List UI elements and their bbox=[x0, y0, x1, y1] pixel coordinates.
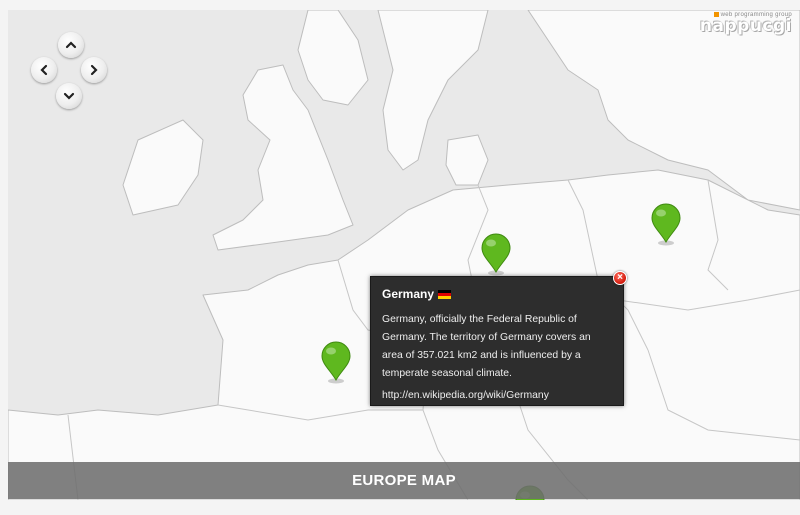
map-caption: EUROPE MAP bbox=[8, 462, 800, 499]
pan-left-button[interactable] bbox=[31, 57, 57, 83]
logo-name: nappucgi bbox=[699, 16, 792, 37]
chevron-down-icon bbox=[63, 92, 75, 100]
tooltip-title: Germany bbox=[382, 287, 435, 301]
europe-map[interactable]: web programming group nappucgi bbox=[8, 10, 800, 500]
logo: web programming group nappucgi bbox=[700, 12, 792, 36]
map-pin-germany[interactable] bbox=[480, 232, 512, 276]
germany-flag-icon bbox=[438, 289, 452, 299]
country-tooltip: Germany Germany, officially the Federal … bbox=[370, 276, 624, 406]
tooltip-close-button[interactable]: × bbox=[613, 271, 627, 285]
tooltip-title-row: Germany bbox=[382, 287, 612, 301]
map-land bbox=[8, 10, 800, 500]
chevron-up-icon bbox=[65, 41, 77, 49]
chevron-right-icon bbox=[90, 64, 98, 76]
pan-down-button[interactable] bbox=[56, 83, 82, 109]
pan-up-button[interactable] bbox=[58, 32, 84, 58]
map-pin-poland[interactable] bbox=[650, 202, 682, 246]
tooltip-description: Germany, officially the Federal Republic… bbox=[382, 314, 591, 379]
chevron-left-icon bbox=[40, 64, 48, 76]
tooltip-link[interactable]: http://en.wikipedia.org/wiki/Germany bbox=[382, 390, 612, 401]
pan-right-button[interactable] bbox=[81, 57, 107, 83]
map-pin-france[interactable] bbox=[320, 340, 352, 384]
